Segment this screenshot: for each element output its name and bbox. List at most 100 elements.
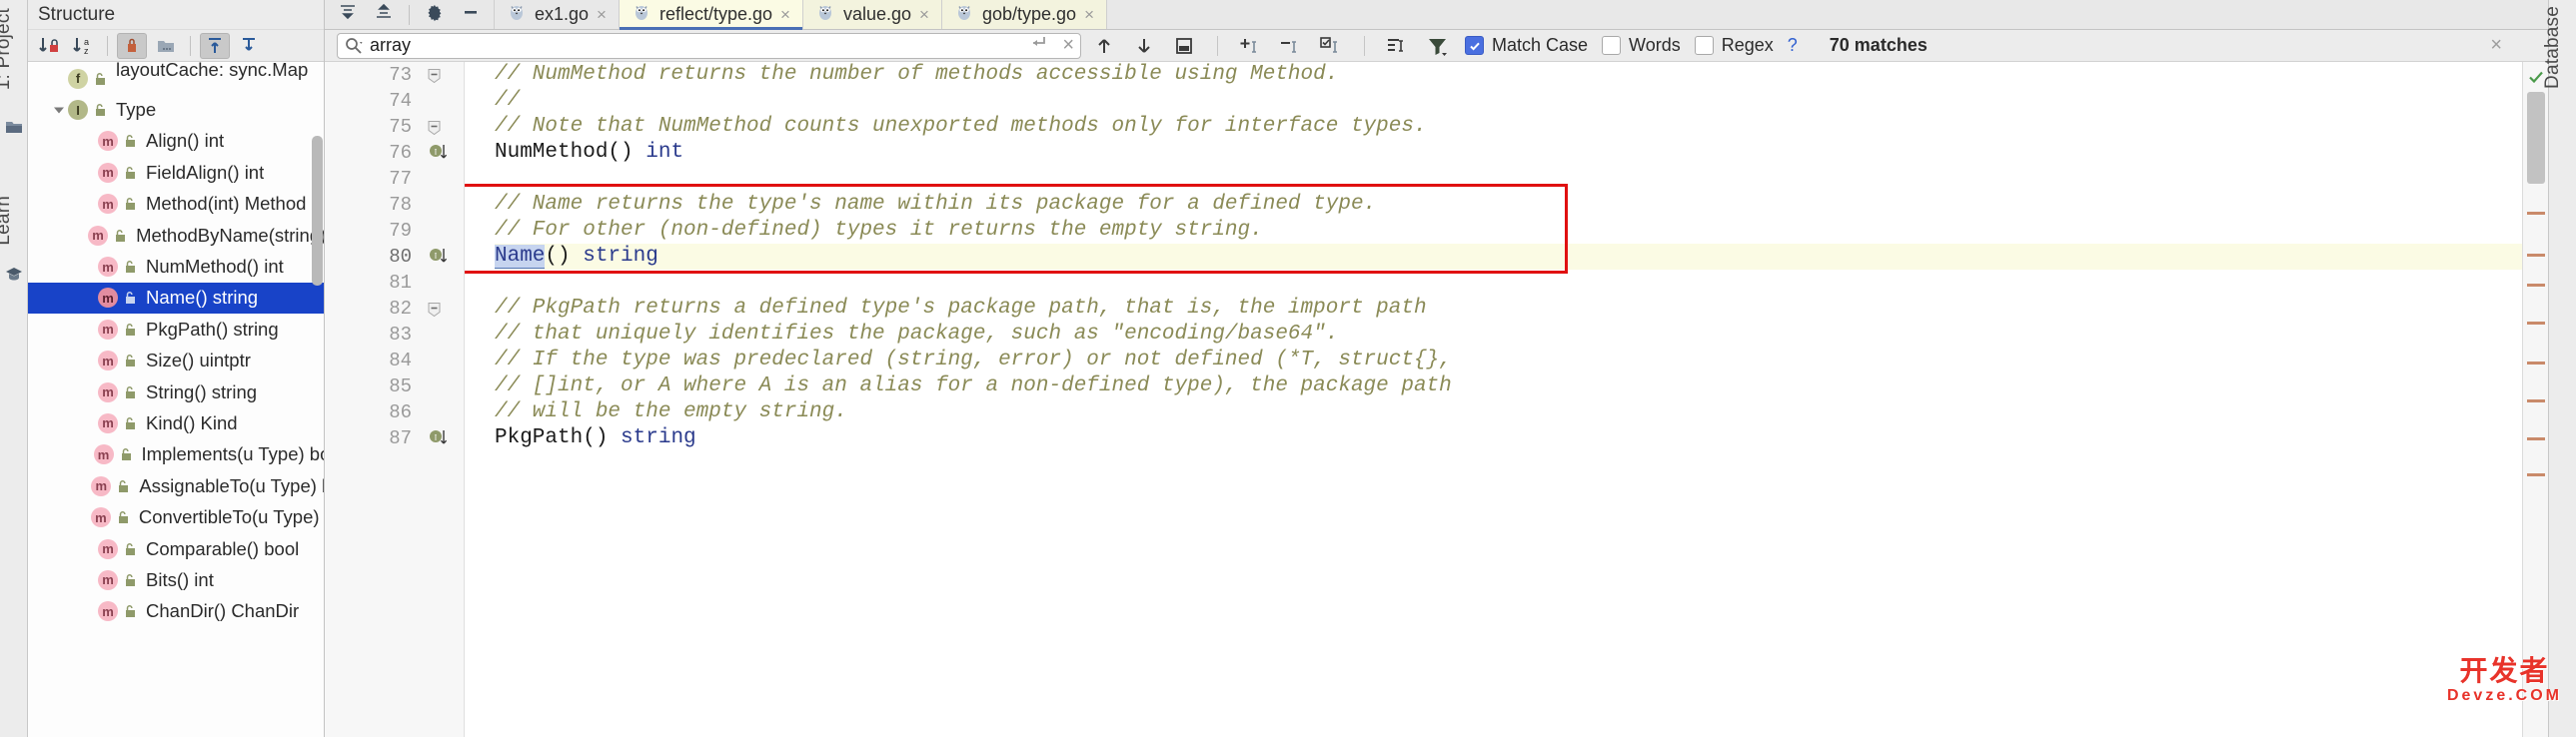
tool-window-learn[interactable]: Learn bbox=[0, 196, 15, 246]
implementing-method-icon[interactable]: I bbox=[428, 246, 454, 268]
editor-gutter[interactable]: 73 74 75 76 I 77 78 79 80 I 81 82 83 84 85 86 87 I bbox=[325, 62, 465, 737]
collapse-all-tree-icon[interactable] bbox=[234, 33, 264, 59]
editor-tab[interactable]: value.go × bbox=[802, 0, 942, 29]
group-by-file-icon[interactable] bbox=[151, 33, 181, 59]
editor-marker-bar[interactable] bbox=[2522, 62, 2548, 737]
code-token: // will be the empty string. bbox=[495, 400, 847, 423]
structure-tree[interactable]: f layoutCache: sync.Map I Type m Align() int m… bbox=[28, 62, 324, 737]
tool-window-database[interactable]: Database bbox=[2542, 6, 2564, 89]
search-field-wrapper[interactable]: × bbox=[337, 32, 1081, 59]
structure-tree-item[interactable]: m String() string bbox=[28, 376, 324, 407]
code-line[interactable]: // will be the empty string. bbox=[495, 399, 2522, 425]
regex-checkbox[interactable]: Regex bbox=[1694, 35, 1774, 56]
close-find-bar-icon[interactable]: × bbox=[2490, 34, 2502, 57]
visibility-lock-icon bbox=[122, 196, 138, 212]
code-line[interactable]: // For other (non-defined) types it retu… bbox=[495, 218, 2522, 244]
editor-tab[interactable]: ex1.go × bbox=[495, 0, 620, 29]
structure-tree-item[interactable]: I Type bbox=[28, 94, 324, 125]
structure-title: Structure bbox=[38, 3, 116, 25]
search-input[interactable] bbox=[370, 35, 1015, 56]
code-line[interactable]: // bbox=[495, 88, 2522, 114]
structure-tree-item[interactable]: m NumMethod() int bbox=[28, 251, 324, 282]
tree-arrow-placeholder bbox=[50, 70, 68, 88]
close-tab-icon[interactable]: × bbox=[780, 5, 790, 25]
words-checkbox[interactable]: Words bbox=[1602, 35, 1681, 56]
collapse-all-icon[interactable] bbox=[337, 1, 359, 28]
chevron-down-icon[interactable] bbox=[50, 101, 68, 119]
structure-tree-item[interactable]: m Align() int bbox=[28, 126, 324, 157]
find-next-icon[interactable] bbox=[1131, 33, 1157, 59]
words-box[interactable] bbox=[1602, 36, 1622, 55]
structure-tree-item[interactable]: m Kind() Kind bbox=[28, 407, 324, 438]
code-fold-icon[interactable] bbox=[427, 302, 442, 318]
structure-tree-item[interactable]: m MethodByName(string) (Meth bbox=[28, 220, 324, 251]
new-line-icon[interactable] bbox=[1028, 33, 1048, 58]
match-case-checkbox[interactable]: Match Case bbox=[1465, 35, 1588, 56]
editor-tab[interactable]: reflect/type.go × bbox=[619, 0, 803, 30]
editor-code-lines[interactable]: // NumMethod returns the number of metho… bbox=[465, 62, 2522, 737]
expand-all-tree-icon[interactable] bbox=[200, 32, 230, 59]
filter-funnel-icon[interactable] bbox=[1425, 33, 1451, 59]
structure-tree-item[interactable]: m ConvertibleTo(u Type) bool bbox=[28, 501, 324, 532]
match-case-box[interactable] bbox=[1465, 36, 1484, 55]
structure-tree-item[interactable]: m Implements(u Type) bool bbox=[28, 439, 324, 470]
code-line[interactable]: // that uniquely identifies the package,… bbox=[495, 322, 2522, 348]
words-label: Words bbox=[1629, 35, 1681, 55]
structure-scrollbar-thumb[interactable] bbox=[312, 136, 323, 286]
structure-tree-item[interactable]: m AssignableTo(u Type) bool bbox=[28, 470, 324, 501]
code-line[interactable]: Name() string bbox=[495, 244, 2522, 270]
show-anonymous-classes-icon[interactable] bbox=[117, 32, 147, 59]
regex-box[interactable] bbox=[1694, 36, 1714, 55]
code-line[interactable]: // Name returns the type's name within i… bbox=[495, 192, 2522, 218]
hide-icon[interactable] bbox=[460, 1, 482, 28]
remove-selection-icon[interactable] bbox=[1278, 33, 1304, 59]
structure-tree-item[interactable]: m PkgPath() string bbox=[28, 314, 324, 345]
implementing-method-icon[interactable]: I bbox=[428, 142, 454, 164]
expand-all-icon[interactable] bbox=[373, 1, 395, 28]
code-line[interactable]: // PkgPath returns a defined type's pack… bbox=[495, 296, 2522, 322]
close-tab-icon[interactable]: × bbox=[919, 5, 929, 25]
select-all-icon[interactable] bbox=[1318, 33, 1344, 59]
method-badge-icon: m bbox=[98, 162, 118, 183]
method-badge-icon: m bbox=[98, 538, 118, 559]
graduation-cap-icon[interactable] bbox=[5, 265, 23, 283]
code-line[interactable]: // NumMethod returns the number of metho… bbox=[495, 62, 2522, 88]
implementing-method-icon[interactable]: I bbox=[428, 427, 454, 449]
find-previous-icon[interactable] bbox=[1091, 33, 1117, 59]
filter-lines-icon[interactable] bbox=[1385, 33, 1411, 59]
folder-icon[interactable] bbox=[5, 118, 23, 136]
structure-tree-item[interactable]: m ChanDir() ChanDir bbox=[28, 596, 324, 627]
close-tab-icon[interactable]: × bbox=[597, 5, 607, 25]
structure-tree-item[interactable]: m Bits() int bbox=[28, 564, 324, 595]
search-icon[interactable] bbox=[344, 36, 364, 56]
code-line[interactable]: NumMethod() int bbox=[495, 140, 2522, 166]
regex-help-icon[interactable]: ? bbox=[1788, 35, 1798, 56]
structure-tree-item[interactable]: m Size() uintptr bbox=[28, 346, 324, 376]
close-tab-icon[interactable]: × bbox=[1084, 5, 1094, 25]
code-fold-icon[interactable] bbox=[427, 120, 442, 136]
structure-tree-item[interactable]: m Method(int) Method bbox=[28, 189, 324, 220]
clear-search-icon[interactable]: × bbox=[1062, 34, 1074, 57]
code-line[interactable]: // []int, or A where A is an alias for a… bbox=[495, 373, 2522, 399]
code-line[interactable]: // If the type was predeclared (string, … bbox=[495, 348, 2522, 373]
code-line[interactable] bbox=[495, 166, 2522, 192]
method-badge-icon: m bbox=[98, 288, 118, 309]
code-editor[interactable]: 73 74 75 76 I 77 78 79 80 I 81 82 83 84 85 86 87 I // Num… bbox=[325, 62, 2548, 737]
code-fold-icon[interactable] bbox=[427, 68, 442, 84]
select-all-occurrences-icon[interactable] bbox=[1171, 33, 1197, 59]
tool-window-project[interactable]: 1: Project bbox=[0, 8, 15, 90]
code-line[interactable]: PkgPath() string bbox=[495, 425, 2522, 451]
settings-gear-icon[interactable] bbox=[424, 1, 446, 28]
code-line[interactable]: // Note that NumMethod counts unexported… bbox=[495, 114, 2522, 140]
structure-tree-item[interactable]: m Name() string bbox=[28, 282, 324, 315]
code-line[interactable] bbox=[495, 270, 2522, 296]
editor-scrollbar-thumb[interactable] bbox=[2527, 92, 2545, 184]
structure-tree-item[interactable]: m Comparable() bool bbox=[28, 533, 324, 564]
sort-by-visibility-icon[interactable] bbox=[34, 33, 64, 59]
sort-alphabetically-icon[interactable]: a z bbox=[68, 33, 98, 59]
visibility-lock-icon bbox=[112, 228, 128, 244]
structure-tree-item[interactable]: f layoutCache: sync.Map bbox=[28, 62, 324, 94]
structure-tree-item[interactable]: m FieldAlign() int bbox=[28, 157, 324, 188]
add-selection-icon[interactable] bbox=[1238, 33, 1264, 59]
editor-tab[interactable]: gob/type.go × bbox=[941, 0, 1107, 29]
